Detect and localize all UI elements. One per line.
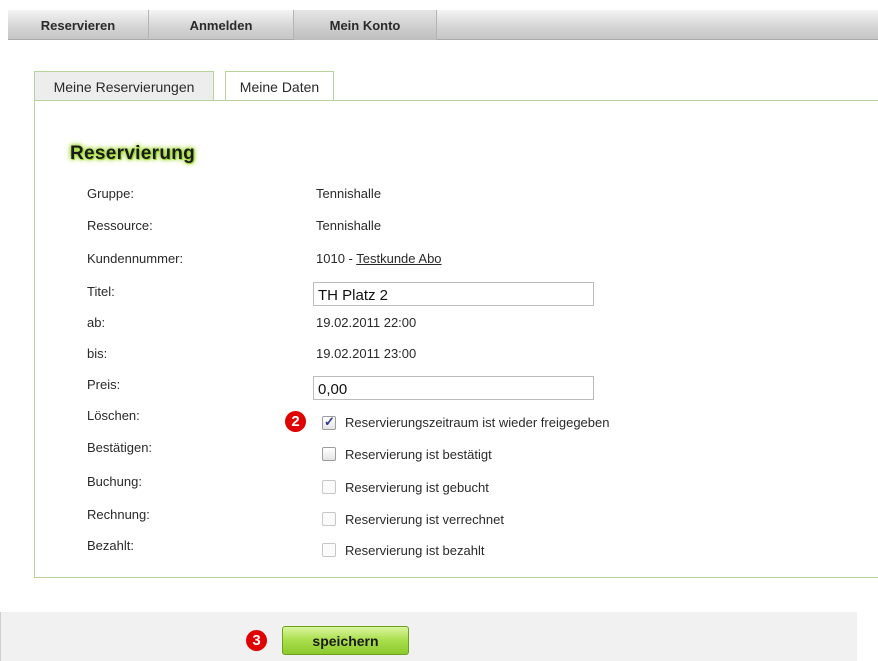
bezahlt-checkbox-text: Reservierung ist bezahlt — [345, 543, 485, 558]
reservation-panel — [34, 100, 878, 578]
bezahlt-label: Bezahlt: — [87, 538, 134, 553]
kundennummer-label: Kundennummer: — [87, 251, 184, 266]
tab-meine-daten[interactable]: Meine Daten — [225, 71, 334, 101]
kundennummer-value: 1010 - Testkunde Abo — [316, 251, 442, 266]
rechnung-checkbox-text: Reservierung ist verrechnet — [345, 512, 504, 527]
bis-value: 19.02.2011 23:00 — [316, 346, 417, 361]
rechnung-label: Rechnung: — [87, 507, 150, 522]
ressource-value: Tennishalle — [316, 218, 382, 233]
step-marker-3: 3 — [246, 630, 267, 651]
nav-mein-konto[interactable]: Mein Konto — [294, 10, 437, 40]
loeschen-label: Löschen: — [87, 408, 140, 423]
buchung-label: Buchung: — [87, 474, 142, 489]
rechnung-checkbox[interactable] — [322, 512, 336, 526]
nav-reservieren[interactable]: Reservieren — [8, 10, 149, 40]
loeschen-checkbox[interactable]: ✓ — [322, 414, 336, 430]
loeschen-checkbox-text: Reservierungszeitraum ist wieder freigeg… — [345, 415, 610, 430]
top-navigation: Reservieren Anmelden Mein Konto — [8, 10, 878, 40]
titel-label: Titel: — [87, 284, 115, 299]
bestaetigen-label: Bestätigen: — [87, 440, 153, 455]
buchung-checkbox-text: Reservierung ist gebucht — [345, 480, 489, 495]
customer-link[interactable]: Testkunde Abo — [356, 251, 441, 266]
section-title: Reservierung — [70, 143, 196, 164]
bestaetigen-checkbox-text: Reservierung ist bestätigt — [345, 447, 492, 462]
gruppe-label: Gruppe: — [87, 186, 134, 201]
titel-input[interactable] — [313, 282, 594, 306]
step-marker-2: 2 — [285, 411, 306, 432]
ab-label: ab: — [87, 315, 106, 330]
ab-value: 19.02.2011 22:00 — [316, 315, 417, 330]
checkmark-icon: ✓ — [324, 414, 335, 429]
nav-filler — [437, 10, 878, 39]
bestaetigen-checkbox[interactable] — [322, 447, 336, 461]
tab-meine-reservierungen[interactable]: Meine Reservierungen — [34, 71, 214, 101]
preis-input[interactable] — [313, 376, 594, 400]
bis-label: bis: — [87, 346, 108, 361]
buchung-checkbox[interactable] — [322, 480, 336, 494]
footer-bar — [0, 612, 857, 661]
ressource-label: Ressource: — [87, 218, 153, 233]
bezahlt-checkbox[interactable] — [322, 543, 336, 557]
kundennummer-number: 1010 - — [316, 251, 357, 266]
preis-label: Preis: — [87, 377, 121, 392]
nav-anmelden[interactable]: Anmelden — [149, 10, 294, 40]
gruppe-value: Tennishalle — [316, 186, 382, 201]
save-button[interactable]: speichern — [282, 626, 409, 655]
